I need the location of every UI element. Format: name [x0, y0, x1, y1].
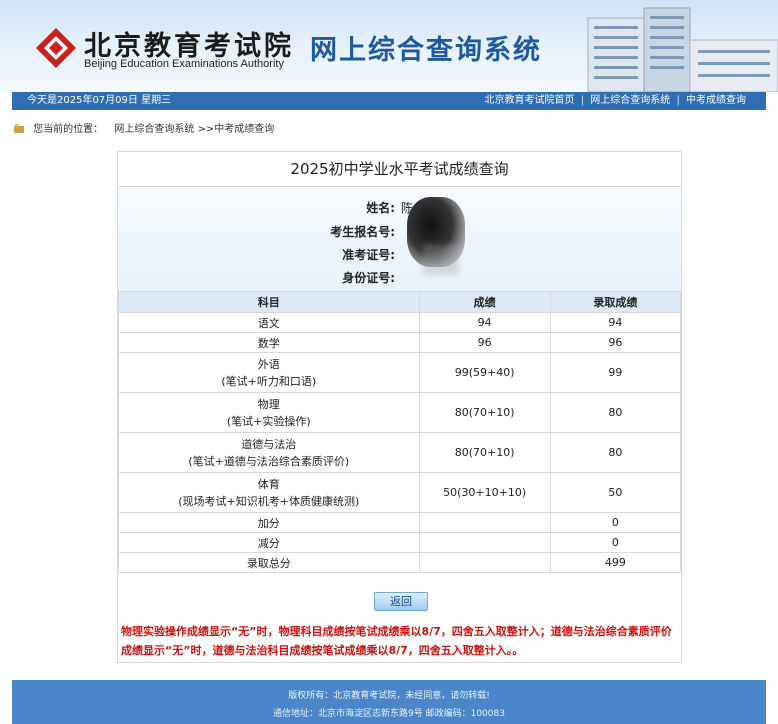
admit-cell: 0 — [549, 532, 682, 553]
score-cell: 80(70+10) — [418, 432, 551, 473]
subject-name: 道德与法治 — [241, 437, 297, 451]
table-row: 减分 0 — [118, 532, 682, 553]
breadcrumb-path[interactable]: 网上综合查询系统 >>中考成绩查询 — [114, 124, 274, 135]
link-query-system[interactable]: 网上综合查询系统 — [590, 95, 670, 106]
link-score-query[interactable]: 中考成绩查询 — [686, 95, 746, 106]
score-cell: 80(70+10) — [418, 392, 551, 433]
subject-cell: 体育 (现场考试+知识机考+体质健康统测) — [118, 472, 420, 513]
id-label: 身份证号: — [342, 271, 395, 285]
subject-cell: 数学 — [118, 332, 420, 353]
table-row: 道德与法治 (笔试+道德与法治综合素质评价) 80(70+10) 80 — [118, 432, 682, 473]
admit-cell: 99 — [549, 352, 682, 393]
info-row-registration: 考生报名号: — [118, 223, 681, 243]
table-row: 外语 (笔试+听力和口语) 99(59+40) 99 — [118, 352, 682, 393]
admit-cell: 80 — [549, 392, 682, 433]
admit-cell: 0 — [549, 512, 682, 533]
logo-english-name: Beijing Education Examinations Authority — [84, 58, 284, 70]
panel-title: 2025初中学业水平考试成绩查询 — [118, 152, 681, 187]
subject-name: 物理 — [257, 397, 280, 411]
footer-copyright: 版权所有：北京教育考试院，未经同意，请勿转载! — [288, 691, 490, 701]
subject-name: 体育 — [257, 477, 280, 491]
ticket-label: 准考证号: — [342, 248, 395, 262]
header-score: 成绩 — [418, 291, 551, 313]
privacy-redaction — [423, 245, 459, 275]
subject-cell: 道德与法治 (笔试+道德与法治综合素质评价) — [118, 432, 420, 473]
subject-cell: 加分 — [118, 512, 420, 533]
score-cell — [418, 552, 551, 573]
breadcrumb: 您当前的位置： 网上综合查询系统 >>中考成绩查询 — [14, 120, 274, 140]
admit-cell: 50 — [549, 472, 682, 513]
back-button[interactable]: 返回 — [374, 592, 428, 611]
info-row-name: 姓名: 陈 — [118, 199, 681, 219]
score-cell — [418, 532, 551, 553]
top-links: 北京教育考试院首页 | 网上综合查询系统 | 中考成绩查询 — [485, 92, 747, 110]
table-row: 数学 96 96 — [118, 332, 682, 353]
system-title: 网上综合查询系统 — [310, 35, 542, 66]
score-rule-note: 物理实验操作成绩显示“无”时，物理科目成绩按笔试成绩乘以8/7，四舍五入取整计入… — [121, 625, 672, 657]
subject-cell: 录取总分 — [118, 552, 420, 573]
header-subject: 科目 — [118, 291, 420, 313]
header-admission-score: 录取成绩 — [549, 291, 682, 313]
score-cell — [418, 512, 551, 533]
header-building-illustration — [587, 7, 778, 92]
admit-cell: 94 — [549, 312, 682, 333]
site-header: 北京教育考试院 Beijing Education Examinations A… — [0, 0, 778, 92]
info-row-id: 身份证号: — [118, 269, 681, 289]
subject-detail: (笔试+道德与法治综合素质评价) — [188, 454, 350, 468]
score-cell: 99(59+40) — [418, 352, 551, 393]
score-cell: 94 — [418, 312, 551, 333]
table-header-row: 科目 成绩 录取成绩 — [118, 291, 682, 313]
breadcrumb-label: 您当前的位置： — [33, 124, 104, 135]
link-separator: | — [676, 95, 680, 106]
candidate-info: 姓名: 陈 考生报名号: 准考证号: 身份证号: — [118, 187, 681, 291]
registration-label: 考生报名号: — [330, 225, 395, 239]
table-row: 加分 0 — [118, 512, 682, 533]
subject-cell: 外语 (笔试+听力和口语) — [118, 352, 420, 393]
admit-cell: 96 — [549, 332, 682, 353]
location-icon — [14, 124, 24, 133]
subject-cell: 语文 — [118, 312, 420, 333]
subject-cell: 物理 (笔试+实验操作) — [118, 392, 420, 433]
score-table: 科目 成绩 录取成绩 语文 94 94 数学 96 96 外语 (笔试+听力和口… — [118, 291, 682, 573]
admit-cell: 499 — [549, 552, 682, 573]
info-row-ticket: 准考证号: — [118, 246, 681, 266]
table-row: 体育 (现场考试+知识机考+体质健康统测) 50(30+10+10) 50 — [118, 472, 682, 513]
admit-cell: 80 — [549, 432, 682, 473]
link-exam-authority-home[interactable]: 北京教育考试院首页 — [485, 95, 575, 106]
subject-cell: 减分 — [118, 532, 420, 553]
subject-detail: (笔试+听力和口语) — [221, 374, 317, 388]
score-cell: 50(30+10+10) — [418, 472, 551, 513]
table-row: 物理 (笔试+实验操作) 80(70+10) 80 — [118, 392, 682, 433]
table-row: 语文 94 94 — [118, 312, 682, 333]
subject-detail: (现场考试+知识机考+体质健康统测) — [178, 494, 360, 508]
subject-name: 外语 — [257, 357, 280, 371]
score-cell: 96 — [418, 332, 551, 353]
footer-address: 通信地址：北京市海淀区志新东路9号 邮政编码：100083 — [273, 709, 505, 719]
subject-detail: (笔试+实验操作) — [226, 414, 311, 428]
beijing-exam-logo-icon — [36, 28, 76, 68]
name-label: 姓名: — [366, 201, 395, 215]
current-date: 今天是2025年07月09日 星期三 — [27, 95, 172, 106]
site-footer: 版权所有：北京教育考试院，未经同意，请勿转载! 通信地址：北京市海淀区志新东路9… — [12, 680, 766, 724]
link-separator: | — [580, 95, 585, 106]
top-nav-bar: 今天是2025年07月09日 星期三 北京教育考试院首页 | 网上综合查询系统 … — [12, 92, 766, 110]
table-row: 录取总分 499 — [118, 552, 682, 573]
score-query-panel: 2025初中学业水平考试成绩查询 姓名: 陈 考生报名号: 准考证号: 身份证号… — [117, 151, 682, 663]
